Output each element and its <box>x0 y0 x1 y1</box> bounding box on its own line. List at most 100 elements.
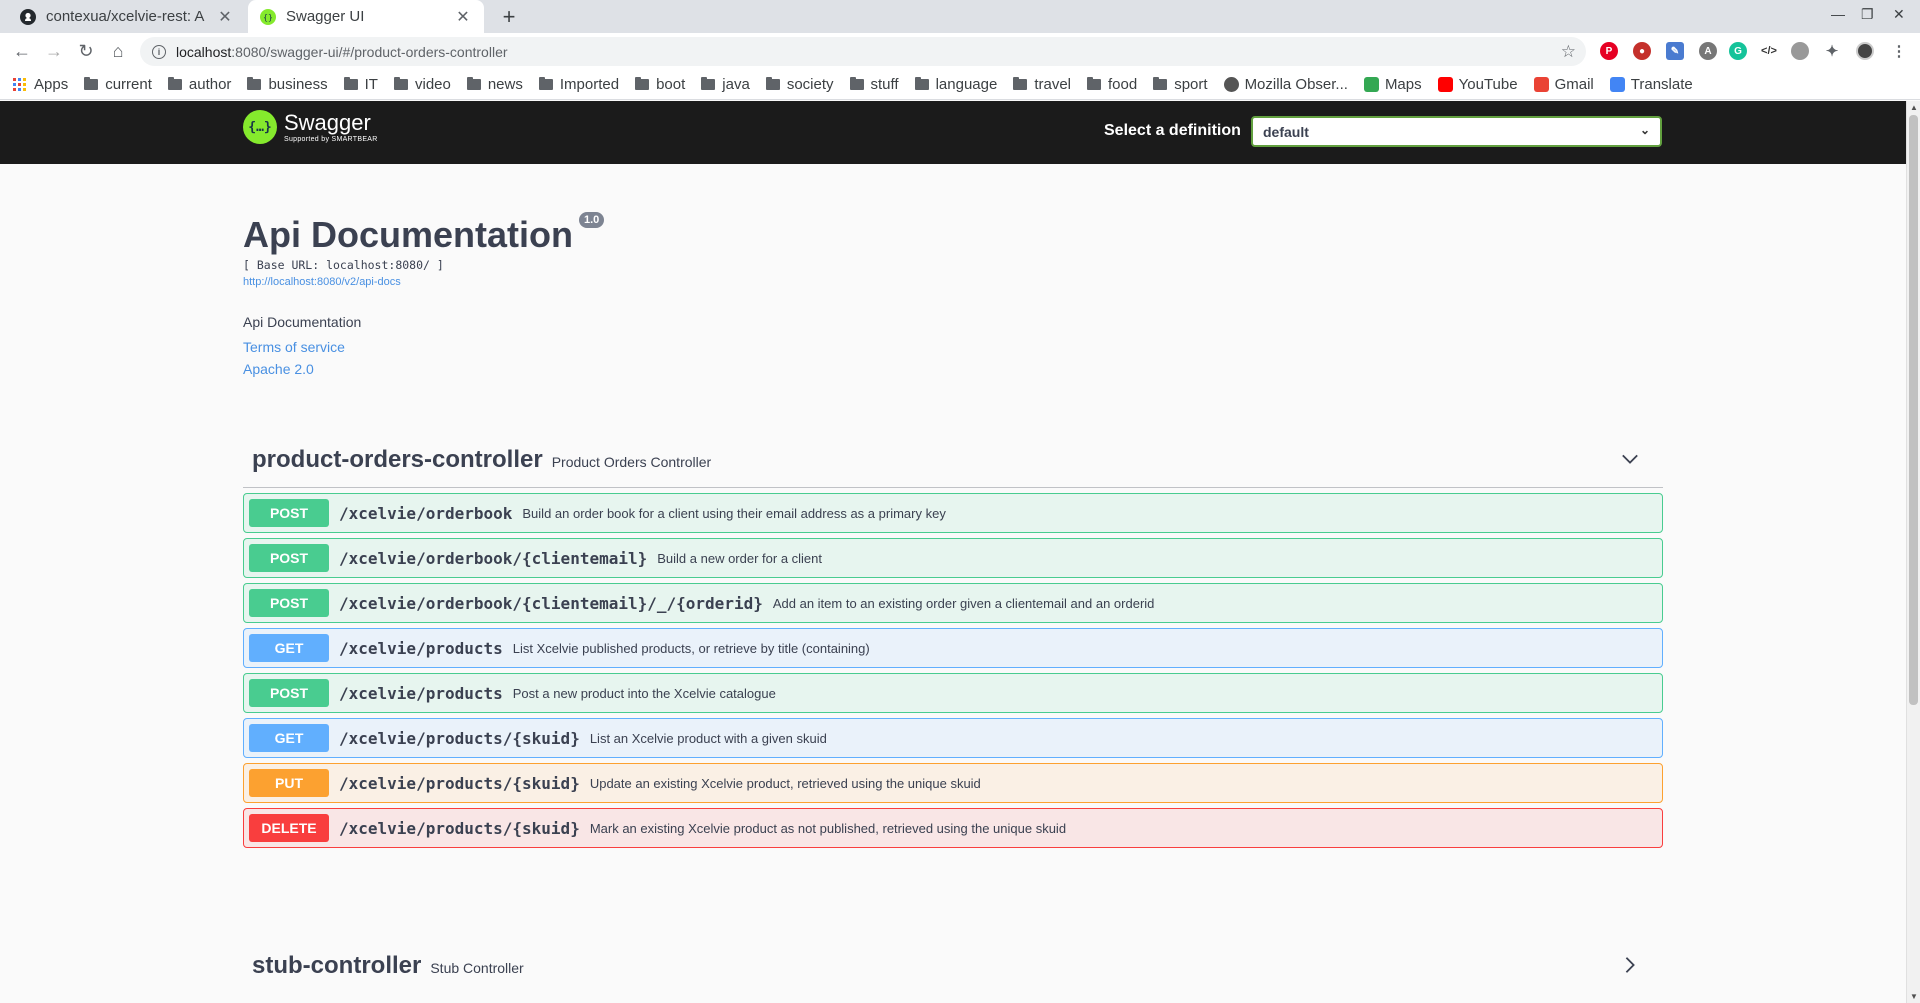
bookmark-item[interactable]: Gmail <box>1533 76 1594 93</box>
opblock-get[interactable]: GET/xcelvie/products/{skuid} List an Xcel… <box>243 718 1663 758</box>
opblock-get[interactable]: GET/xcelvie/products List Xcelvie publish… <box>243 628 1663 668</box>
opblock-put[interactable]: PUT/xcelvie/products/{skuid} Update an ex… <box>243 763 1663 803</box>
bookmark-item[interactable]: society <box>765 76 834 93</box>
bookmark-item[interactable]: author <box>167 76 231 93</box>
svg-text:{}: {} <box>263 13 273 22</box>
bookmark-item[interactable]: current <box>84 76 152 93</box>
apps-icon <box>13 77 27 92</box>
bookmark-item[interactable]: YouTube <box>1437 76 1518 93</box>
bookmark-item[interactable]: Mozilla Obser... <box>1223 76 1348 93</box>
operation-summary: Post a new product into the Xcelvie cata… <box>512 685 776 701</box>
folder-icon <box>466 77 481 90</box>
operation-summary: List Xcelvie published products, or retr… <box>512 640 870 656</box>
operation-summary: Add an item to an existing order given a… <box>772 595 1155 611</box>
tag-header-stub[interactable]: stub-controller Stub Controller <box>243 938 1663 994</box>
bookmark-label: IT <box>364 76 378 93</box>
pen-extension-icon[interactable]: ✎ <box>1666 42 1684 60</box>
bookmark-item[interactable]: language <box>914 76 997 93</box>
bookmark-item[interactable]: java <box>701 76 750 93</box>
bookmark-label: society <box>786 76 834 93</box>
bookmark-item[interactable]: Maps <box>1363 76 1422 93</box>
folder-icon <box>849 77 864 90</box>
close-icon[interactable]: ✕ <box>454 7 472 27</box>
opblock-post[interactable]: POST/xcelvie/orderbook Build an order boo… <box>243 493 1663 533</box>
swagger-logo[interactable]: {…} Swagger Supported by SMARTBEAR <box>243 110 378 144</box>
bookmark-label: business <box>268 76 328 93</box>
minimize-icon[interactable]: — <box>1831 6 1845 22</box>
bookmark-label: sport <box>1174 76 1208 93</box>
address-bar[interactable]: i localhost:8080/swagger-ui/#/product-or… <box>140 37 1586 66</box>
new-tab-button[interactable]: + <box>496 4 522 30</box>
puzzle-icon[interactable]: ✦ <box>1823 42 1841 60</box>
bookmark-item[interactable]: sport <box>1153 76 1208 93</box>
folder-icon <box>84 77 99 90</box>
operation-summary: Mark an existing Xcelvie product as not … <box>589 820 1067 836</box>
code-icon[interactable]: </> <box>1760 42 1778 60</box>
avatar[interactable] <box>1856 42 1874 60</box>
base-url: [ Base URL: localhost:8080/ ] <box>243 258 444 272</box>
bookmark-item[interactable]: news <box>466 76 523 93</box>
bookmark-item[interactable]: business <box>247 76 328 93</box>
operation-path: /xcelvie/products/{skuid} <box>339 728 580 748</box>
pinterest-icon[interactable]: P <box>1600 42 1618 60</box>
opblock-post[interactable]: POST/xcelvie/products Post a new product … <box>243 673 1663 713</box>
bookmark-star-icon[interactable]: ☆ <box>1561 42 1576 62</box>
scrollbar-thumb[interactable] <box>1909 115 1918 705</box>
bookmark-item[interactable]: food <box>1087 76 1137 93</box>
home-icon[interactable]: ⌂ <box>106 39 130 63</box>
operation-summary: Build an order book for a client using t… <box>522 505 946 521</box>
operation-summary: Build a new order for a client <box>657 550 823 566</box>
opblock-delete[interactable]: DELETE/xcelvie/products/{skuid} Mark an e… <box>243 808 1663 848</box>
close-icon[interactable]: ✕ <box>216 7 234 27</box>
scroll-up-icon[interactable]: ▲ <box>1910 103 1918 112</box>
url-host: localhost <box>176 43 232 60</box>
accessibility-icon[interactable]: A <box>1699 42 1717 60</box>
bookmark-label: boot <box>656 76 686 93</box>
folder-icon <box>765 77 780 90</box>
bookmark-item[interactable]: stuff <box>849 76 899 93</box>
bookmark-item[interactable]: Imported <box>538 76 619 93</box>
bookmark-label: YouTube <box>1458 76 1518 93</box>
tab-github[interactable]: contexua/xcelvie-rest: A m ✕ <box>8 0 246 33</box>
back-icon[interactable]: ← <box>10 39 34 63</box>
tag-description: Product Orders Controller <box>551 453 712 470</box>
api-docs-link[interactable]: http://localhost:8080/v2/api-docs <box>243 276 1663 288</box>
chevron-down-icon[interactable] <box>1621 450 1639 468</box>
bookmark-item[interactable]: travel <box>1013 76 1071 93</box>
tag-name: product-orders-controller <box>252 445 543 473</box>
bookmark-item[interactable]: Apps <box>13 76 68 93</box>
opblock-post[interactable]: POST/xcelvie/orderbook/{clientemail} Buil… <box>243 538 1663 578</box>
reload-icon[interactable]: ↻ <box>74 39 98 63</box>
operation-summary: Update an existing Xcelvie product, retr… <box>589 775 981 791</box>
bookmark-item[interactable]: IT <box>343 76 378 93</box>
definition-select[interactable]: default ⌄ <box>1251 116 1662 147</box>
bookmark-item[interactable]: Translate <box>1609 76 1693 93</box>
scroll-down-icon[interactable]: ▼ <box>1910 992 1918 1001</box>
bookmark-label: Apps <box>34 76 69 93</box>
restore-icon[interactable]: ❐ <box>1861 6 1874 23</box>
method-badge: DELETE <box>249 814 329 842</box>
operation-summary: List an Xcelvie product with a given sku… <box>589 730 827 746</box>
info-icon[interactable]: i <box>152 44 166 59</box>
page-scrollbar[interactable]: ▲ ▼ <box>1906 101 1920 1003</box>
chevron-right-icon[interactable] <box>1621 956 1639 974</box>
bookmark-label: food <box>1108 76 1138 93</box>
tag-header-product-orders[interactable]: product-orders-controller Product Orders… <box>243 432 1663 488</box>
license-link[interactable]: Apache 2.0 <box>243 361 1663 377</box>
menu-icon[interactable]: ⋮ <box>1890 42 1908 60</box>
grammarly-icon[interactable]: G <box>1729 42 1747 60</box>
bookmark-label: news <box>487 76 523 93</box>
forward-icon[interactable]: → <box>42 39 66 63</box>
close-window-icon[interactable]: ✕ <box>1893 6 1905 23</box>
bookmark-item[interactable]: boot <box>635 76 685 93</box>
url-path: :8080/swagger-ui/#/product-orders-contro… <box>231 43 508 60</box>
extension-circle-icon[interactable] <box>1791 42 1809 60</box>
adblock-icon[interactable]: ● <box>1633 42 1651 60</box>
bookmark-item[interactable]: video <box>393 76 451 93</box>
operation-path: /xcelvie/orderbook/{clientemail}/_/{orde… <box>339 593 763 613</box>
opblock-post[interactable]: POST/xcelvie/orderbook/{clientemail}/_/{… <box>243 583 1663 623</box>
method-badge: GET <box>249 724 329 752</box>
operation-path: /xcelvie/orderbook/{clientemail} <box>339 548 648 568</box>
tab-swagger[interactable]: {} Swagger UI ✕ <box>248 0 484 33</box>
terms-of-service-link[interactable]: Terms of service <box>243 339 1663 355</box>
